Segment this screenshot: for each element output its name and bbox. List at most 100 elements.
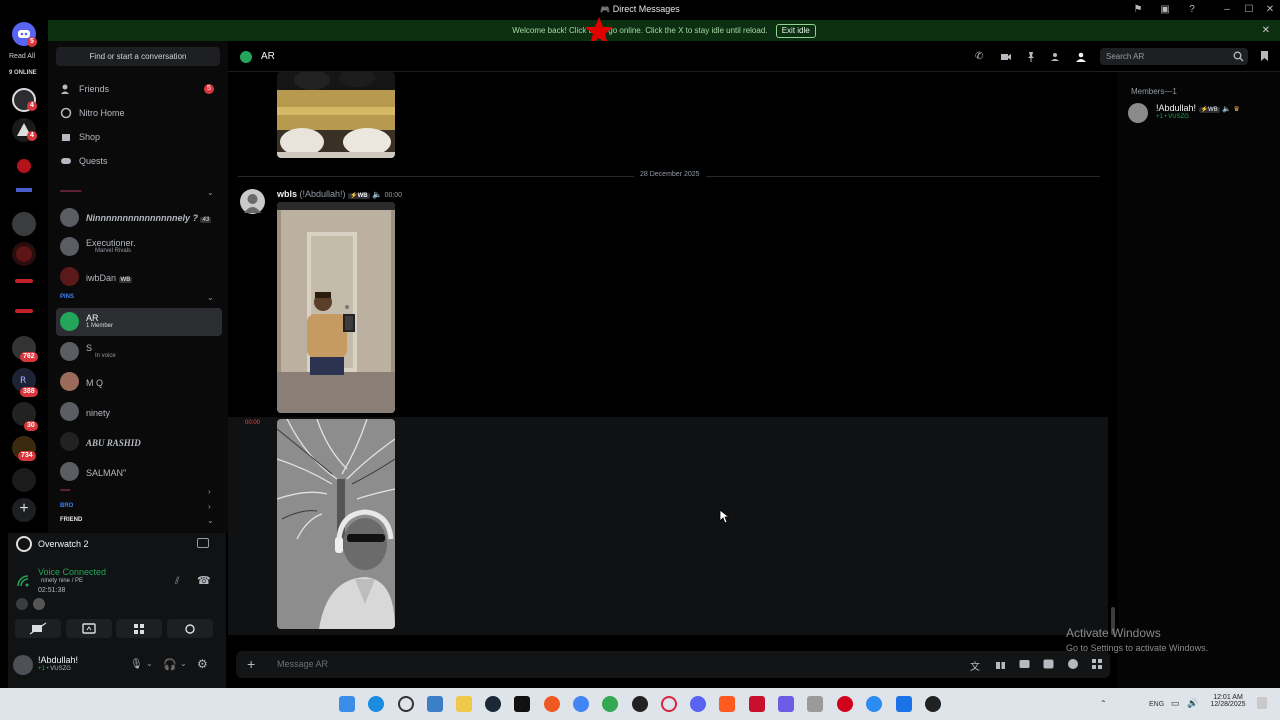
origin-icon[interactable] (544, 696, 560, 712)
inbox-bookmark-icon[interactable] (1260, 50, 1269, 62)
server-icon-3[interactable] (12, 154, 36, 178)
image-attachment[interactable] (277, 202, 395, 413)
apps-icon[interactable] (1091, 658, 1103, 670)
minimize-button[interactable]: – (1220, 3, 1234, 17)
opera-icon[interactable] (661, 696, 677, 712)
dm-conversation[interactable]: ABU RASHID (56, 428, 222, 456)
app-icon-f[interactable] (866, 696, 882, 712)
clock[interactable]: 12:01 AM 12/28/2025 (1205, 694, 1251, 708)
dm-conversation-active[interactable]: AR 1 Member (56, 308, 222, 336)
headphones-icon[interactable]: 🎧 (163, 658, 177, 671)
chevron-right-icon[interactable]: › (208, 487, 211, 496)
close-window-button[interactable]: ✕ (1263, 3, 1277, 17)
disconnect-icon[interactable]: ☎ (197, 574, 211, 587)
emoji-icon[interactable] (1067, 658, 1079, 670)
nav-quests[interactable]: Quests (56, 150, 220, 172)
member-item[interactable]: !Abdullah! ⚡WB 🔈 ♛ +1 • VUSZG (1128, 101, 1258, 125)
chrome-icon[interactable] (573, 696, 589, 712)
gif-icon[interactable] (1019, 659, 1030, 669)
chevron-down-icon[interactable]: ⌄ (207, 516, 214, 525)
steam-icon[interactable] (485, 696, 501, 712)
read-all-link[interactable]: Read All (9, 53, 35, 60)
app-icon-g[interactable] (896, 696, 912, 712)
image-attachment[interactable] (277, 419, 395, 629)
chevron-down-icon[interactable]: ⌄ (207, 293, 214, 302)
dm-conversation[interactable]: M Q (56, 368, 222, 396)
add-server-icon[interactable]: + (12, 498, 36, 522)
server-icon-5[interactable] (12, 212, 36, 236)
store-icon[interactable] (427, 696, 443, 712)
maximize-button[interactable]: ☐ (1242, 3, 1256, 17)
dm-conversation[interactable]: ninety (56, 398, 222, 426)
file-explorer-icon[interactable] (456, 696, 472, 712)
notifications-icon[interactable] (1257, 697, 1267, 709)
member-list-icon[interactable] (1075, 51, 1087, 63)
dm-conversation[interactable]: iwbDan WB (56, 263, 222, 291)
app-icon-e[interactable] (837, 696, 853, 712)
search-input[interactable]: Search AR (1100, 48, 1248, 65)
share-screen-button[interactable] (66, 619, 112, 638)
inbox-flag-icon[interactable]: ⚑ (1131, 3, 1145, 17)
message-author-avatar[interactable] (240, 189, 265, 214)
chevron-down-icon[interactable]: ⌄ (146, 659, 153, 668)
overwatch-taskbar-icon[interactable] (925, 696, 941, 712)
nav-nitro-home[interactable]: Nitro Home (56, 102, 220, 124)
discord-taskbar-icon[interactable] (690, 696, 706, 712)
app-icon-d[interactable] (807, 696, 823, 712)
dm-conversation[interactable]: SALMAN" (56, 458, 222, 486)
nav-shop[interactable]: Shop (56, 126, 220, 148)
server-icon-8[interactable] (12, 304, 36, 318)
microphone-icon[interactable]: 🎙 (130, 659, 143, 670)
server-icon-13[interactable] (12, 468, 36, 492)
dm-conversation[interactable]: Executioner. Marvel Rivals (56, 233, 222, 261)
chevron-down-icon[interactable]: ⌄ (180, 659, 187, 668)
nav-friends[interactable]: Friends 5 (56, 78, 220, 100)
dm-conversation[interactable]: Ninnnnnnnnnnnnnnnely ? 43 (56, 204, 222, 232)
translate-icon[interactable]: 文 (970, 658, 980, 673)
sticker-icon[interactable] (1043, 659, 1054, 669)
exit-idle-button[interactable]: Exit idle (775, 24, 816, 38)
find-conversation-button[interactable]: Find or start a conversation (56, 47, 220, 66)
pin-icon[interactable] (1025, 51, 1037, 63)
app-icon-c[interactable] (778, 696, 794, 712)
server-icon-6[interactable] (12, 242, 36, 266)
settings-gear-icon[interactable]: ⚙ (197, 657, 208, 671)
message-author[interactable]: wbls (277, 189, 297, 199)
gift-icon[interactable] (995, 659, 1006, 669)
image-attachment[interactable] (277, 72, 395, 158)
avatar (60, 208, 79, 227)
banner-close-icon[interactable]: ✕ (1262, 20, 1270, 41)
server-icon-4[interactable] (12, 184, 36, 196)
server-icon-7[interactable] (12, 274, 36, 288)
add-friends-icon[interactable] (1050, 51, 1062, 63)
screen-share-icon[interactable] (197, 538, 209, 548)
call-icon[interactable]: ✆ (975, 51, 987, 63)
chatgpt-icon[interactable] (632, 696, 648, 712)
tray-chevron-icon[interactable]: ⌃ (1100, 699, 1107, 708)
noise-suppression-icon[interactable]: ⫽ (175, 576, 179, 587)
chrome-profile-icon[interactable] (602, 696, 618, 712)
message-input[interactable]: Message AR (277, 659, 328, 669)
user-avatar[interactable] (13, 655, 33, 675)
settings-app-icon[interactable] (398, 696, 414, 712)
video-call-icon[interactable] (1000, 51, 1012, 63)
upload-plus-icon[interactable]: + (247, 656, 255, 672)
chevron-down-icon[interactable]: ⌄ (207, 188, 214, 197)
help-icon[interactable]: ? (1185, 3, 1199, 17)
network-icon[interactable]: ▭ (1171, 698, 1180, 709)
activities-button[interactable] (116, 619, 162, 638)
language-indicator[interactable]: ENG (1149, 701, 1164, 708)
voice-channel[interactable]: ninety nine / PE (41, 578, 83, 584)
camera-button[interactable] (15, 619, 61, 638)
dm-conversation[interactable]: S In voice (56, 338, 222, 366)
volume-icon[interactable]: 🔊 (1187, 698, 1198, 709)
chevron-right-icon[interactable]: › (208, 502, 211, 511)
epic-games-icon[interactable] (514, 696, 530, 712)
app-icon-a[interactable] (719, 696, 735, 712)
app-icon-b[interactable] (749, 696, 765, 712)
channel-name[interactable]: AR (261, 51, 275, 62)
inbox-icon[interactable]: ▣ (1158, 3, 1172, 17)
soundboard-button[interactable] (167, 619, 213, 638)
edge-icon[interactable] (368, 696, 384, 712)
start-icon[interactable] (339, 696, 355, 712)
